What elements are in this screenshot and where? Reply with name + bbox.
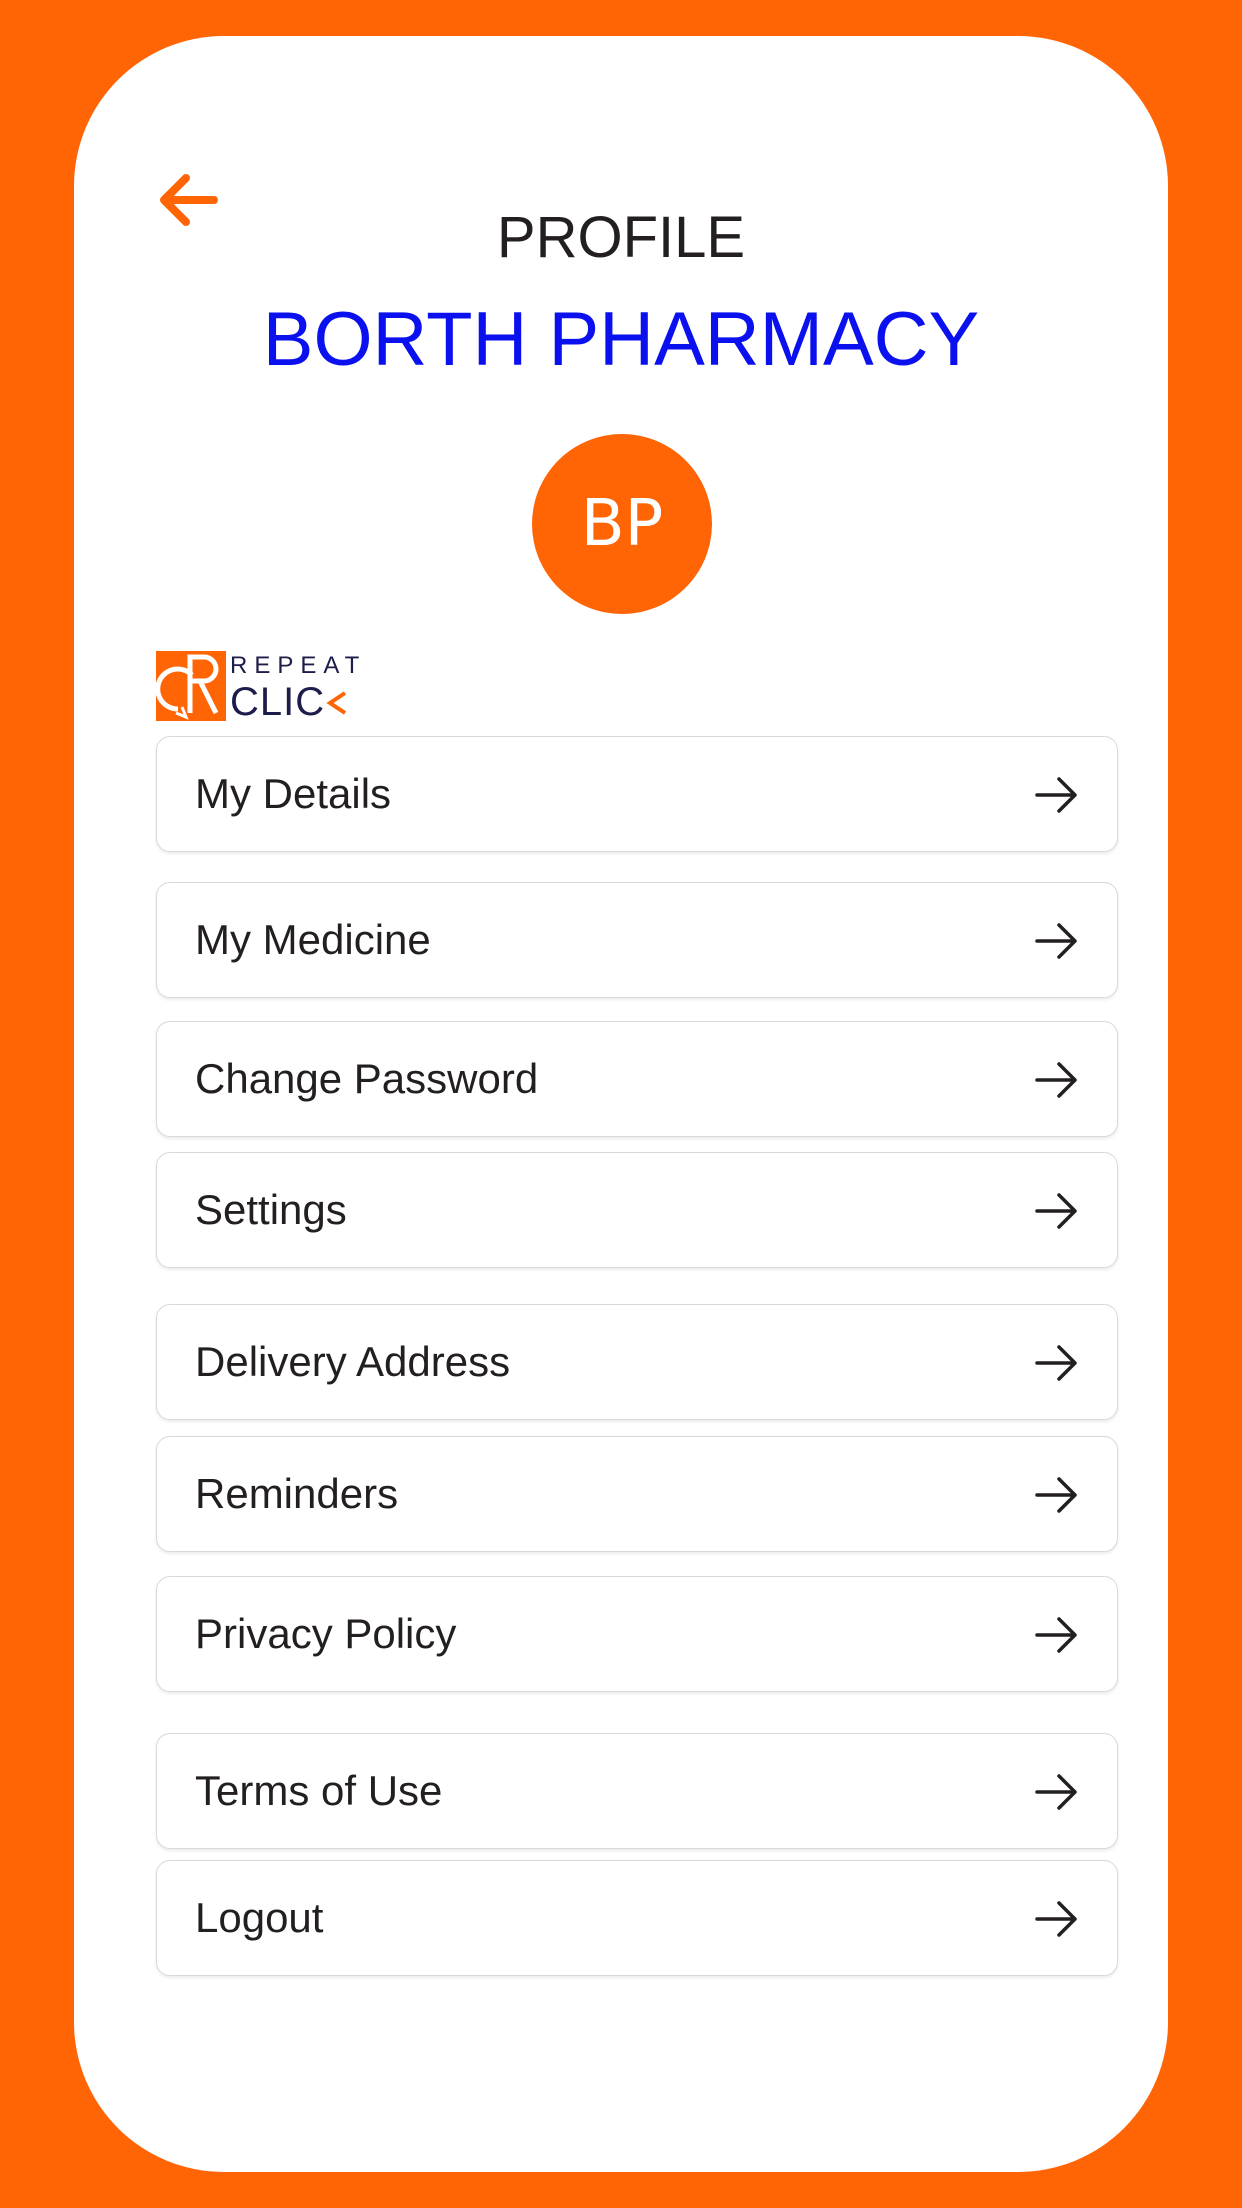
arrow-right-icon xyxy=(1035,1477,1077,1513)
menu-item-change-password[interactable]: Change Password xyxy=(156,1021,1118,1137)
menu-item-label: Settings xyxy=(195,1186,347,1233)
menu-item-my-medicine[interactable]: My Medicine xyxy=(156,882,1118,998)
arrow-right-icon xyxy=(1035,1774,1077,1810)
logo-mark-icon xyxy=(156,651,226,721)
menu-item-label: Delivery Address xyxy=(195,1338,511,1385)
menu-item-my-details[interactable]: My Details xyxy=(156,736,1118,852)
menu-item-label: Terms of Use xyxy=(195,1767,443,1814)
arrow-right-icon xyxy=(1035,1193,1077,1229)
page-title: PROFILE xyxy=(496,205,746,270)
menu-item-terms-of-use[interactable]: Terms of Use xyxy=(156,1733,1118,1849)
menu-item-label: Reminders xyxy=(195,1470,399,1517)
arrow-right-icon xyxy=(1035,1901,1077,1937)
menu-item-logout[interactable]: Logout xyxy=(156,1860,1118,1976)
profile-screen: PROFILE BORTH PHARMACY BP REPEAT CLIC My… xyxy=(74,36,1168,2172)
avatar-initials: BP xyxy=(580,487,664,561)
pharmacy-name: BORTH PHARMACY xyxy=(262,297,980,382)
arrow-right-icon xyxy=(1035,777,1077,813)
logo-text-top: REPEAT xyxy=(230,652,367,679)
repeat-click-logo: REPEAT CLIC xyxy=(156,648,359,724)
avatar: BP xyxy=(532,434,712,614)
arrow-right-icon xyxy=(1035,1345,1077,1381)
arrow-right-icon xyxy=(1035,1062,1077,1098)
logo-text-bottom: CLIC xyxy=(230,680,349,724)
menu-item-label: Logout xyxy=(195,1894,324,1941)
menu-item-label: My Medicine xyxy=(195,916,431,963)
chevron-left-icon xyxy=(326,691,347,715)
menu-item-reminders[interactable]: Reminders xyxy=(156,1436,1118,1552)
menu-item-label: My Details xyxy=(195,770,392,817)
menu-item-label: Change Password xyxy=(195,1055,539,1102)
menu-item-privacy-policy[interactable]: Privacy Policy xyxy=(156,1576,1118,1692)
menu-item-label: Privacy Policy xyxy=(195,1610,457,1657)
menu-item-delivery-address[interactable]: Delivery Address xyxy=(156,1304,1118,1420)
menu-item-settings[interactable]: Settings xyxy=(156,1152,1118,1268)
arrow-right-icon xyxy=(1035,923,1077,959)
arrow-right-icon xyxy=(1035,1617,1077,1653)
